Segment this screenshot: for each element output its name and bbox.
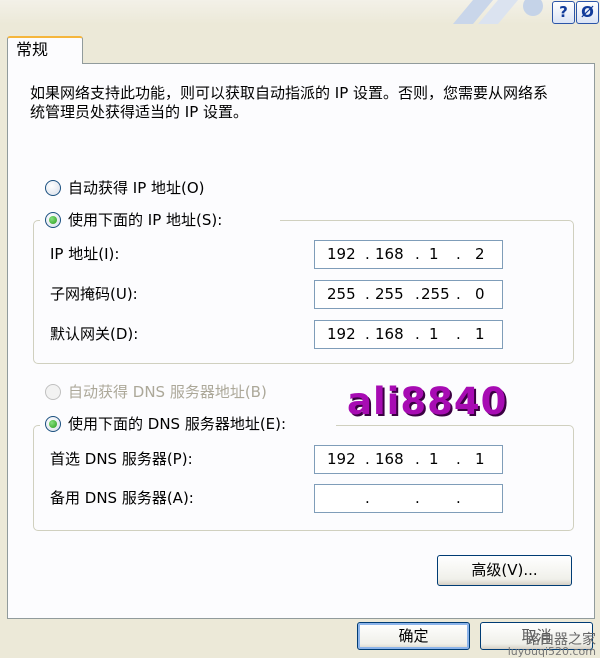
description-text: 如果网络支持此功能，则可以获取自动指派的 IP 设置。否则，您需要从网络系统管理… — [30, 84, 549, 121]
ip-address-octet-2: 168 — [375, 245, 404, 263]
help-button[interactable]: ? — [552, 1, 575, 24]
radio-auto-ip-indicator — [45, 180, 61, 196]
subnet-mask-field[interactable]: 255 . 255 . 255 . 0 — [314, 280, 503, 309]
subnet-octet-2: 255 — [375, 285, 404, 303]
tab-strip: 常规 — [0, 24, 600, 64]
subnet-octet-1: 255 — [327, 285, 356, 303]
preferred-dns-field[interactable]: 192 . 168 . 1 . 1 — [314, 445, 503, 474]
default-gateway-field[interactable]: 192 . 168 . 1 . 1 — [314, 320, 503, 349]
corner-watermark-url: luyouqi520.com — [507, 645, 596, 658]
ip-address-label: IP 地址(I): — [50, 245, 120, 263]
radio-auto-dns-indicator — [45, 384, 61, 400]
tab-general[interactable]: 常规 — [7, 36, 83, 64]
subnet-mask-label: 子网掩码(U): — [50, 285, 138, 303]
pdns-octet-2: 168 — [375, 450, 404, 468]
radio-manual-dns[interactable]: 使用下面的 DNS 服务器地址(E): — [45, 413, 341, 435]
radio-manual-dns-indicator — [45, 416, 61, 432]
preferred-dns-label: 首选 DNS 服务器(P): — [50, 450, 193, 468]
gateway-octet-4: 1 — [475, 325, 485, 343]
ok-button[interactable]: 确定 — [357, 622, 470, 650]
advanced-button[interactable]: 高级(V)... — [437, 555, 572, 586]
title-bar: ? Ø — [0, 0, 600, 24]
gateway-octet-2: 168 — [375, 325, 404, 343]
radio-auto-dns-label: 自动获得 DNS 服务器地址(B) — [68, 383, 267, 401]
close-button[interactable]: Ø — [576, 1, 599, 24]
radio-manual-ip-label: 使用下面的 IP 地址(S): — [68, 211, 223, 229]
radio-auto-ip[interactable]: 自动获得 IP 地址(O) — [45, 177, 285, 199]
ip-address-octet-3: 1 — [429, 245, 439, 263]
pdns-octet-1: 192 — [327, 450, 356, 468]
gateway-octet-3: 1 — [429, 325, 439, 343]
subnet-octet-4: 0 — [475, 285, 485, 303]
radio-auto-ip-label: 自动获得 IP 地址(O) — [68, 179, 205, 197]
subnet-octet-3: 255 — [421, 285, 450, 303]
pdns-octet-4: 1 — [475, 450, 485, 468]
alternate-dns-label: 备用 DNS 服务器(A): — [50, 489, 194, 507]
watermark-ali8840: ali8840 — [347, 380, 508, 423]
pdns-octet-3: 1 — [429, 450, 439, 468]
ip-address-octet-4: 2 — [475, 245, 485, 263]
manual-dns-group — [33, 425, 574, 531]
ip-address-octet-1: 192 — [327, 245, 356, 263]
xp-logo-decoration — [453, 0, 543, 24]
radio-manual-dns-label: 使用下面的 DNS 服务器地址(E): — [68, 415, 287, 433]
gateway-octet-1: 192 — [327, 325, 356, 343]
radio-auto-dns: 自动获得 DNS 服务器地址(B) — [45, 381, 315, 403]
ip-address-field[interactable]: 192 . 168 . 1 . 2 — [314, 240, 503, 269]
radio-manual-ip-indicator — [45, 212, 61, 228]
corner-watermark: 路由器之家 luyouqi520.com — [507, 633, 596, 658]
radio-manual-ip[interactable]: 使用下面的 IP 地址(S): — [45, 209, 285, 231]
default-gateway-label: 默认网关(D): — [50, 325, 139, 343]
alternate-dns-field[interactable]: . . . — [314, 484, 503, 513]
